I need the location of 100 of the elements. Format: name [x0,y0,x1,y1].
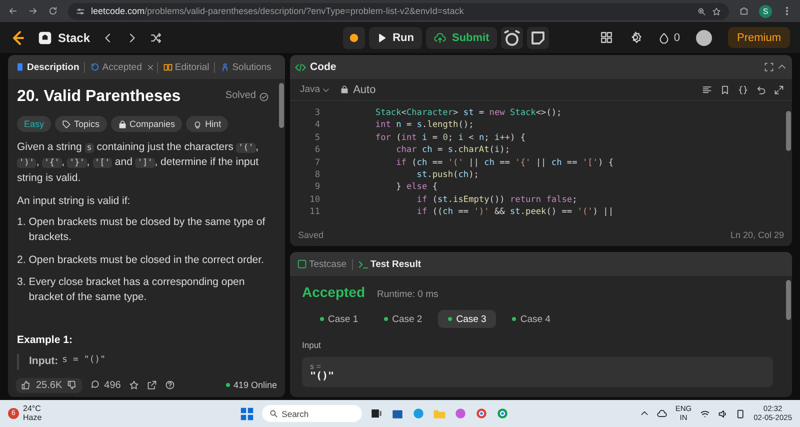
fullscreen-icon[interactable] [764,62,774,72]
rules-intro: An input string is valid if: [17,194,132,209]
premium-button[interactable]: Premium [728,27,790,48]
code-line[interactable]: Stack<Character> st = new Stack<>(); [334,107,562,120]
mode-label[interactable]: Auto [353,84,376,96]
save-status: Saved [298,230,324,240]
scrollbar-thumb[interactable] [786,111,791,151]
panel-tab[interactable]: Accepted [88,62,144,72]
problem-list-name[interactable]: Stack [58,30,90,44]
puzzle-icon[interactable] [739,6,749,16]
bookmark-icon[interactable] [720,84,730,94]
alarm-clock-icon[interactable] [501,26,524,48]
rule-text: Open brackets must be closed by the same type of brackets. [28,215,266,246]
star-icon[interactable] [128,380,139,390]
undo-icon[interactable] [756,84,766,94]
code-line[interactable]: char ch = s.charAt(i); [334,144,510,157]
case-tab[interactable]: Case 1 [310,310,368,328]
shuffle-icon[interactable] [150,32,162,44]
example-value: s = "()" [62,354,106,368]
code-line[interactable]: if (ch == '(' || ch == '{' || ch == '[') { [334,156,614,169]
braces-icon[interactable] [738,84,748,94]
rule-text: Every close bracket has a corresponding open bracket of the same type. [28,274,246,305]
history-icon [90,62,100,72]
close-icon[interactable] [146,64,154,70]
run-button[interactable]: Run [368,26,422,48]
reload-icon[interactable] [48,6,58,16]
speaker-icon[interactable] [718,408,728,418]
problem-statement: Given a string s containing just the characters '(' , ')' , '{' , '}' , '[' and ']' , determine if the input string is valid. [17,140,260,186]
scrollbar-thumb[interactable] [786,280,791,320]
url-text: leetcode.com/problems/valid-parentheses/description/?envType=problem-list-v2&envId=stack [91,6,464,16]
back-icon[interactable] [8,6,18,16]
code-line[interactable]: for (int i = 0; i < n; i++) { [334,132,526,144]
terminal-icon [358,258,368,270]
code-icon [295,62,306,72]
temperature[interactable]: 24°C [23,404,42,414]
user-avatar[interactable] [696,30,712,46]
task-view-icon[interactable] [370,407,383,420]
problem-title: 20. Valid Parentheses [17,87,181,107]
comment-count: 496 [104,380,121,390]
share-icon[interactable] [146,380,157,390]
line-number: 3 [314,107,321,120]
grid-icon[interactable] [600,31,613,44]
comment-icon[interactable] [90,380,100,390]
note-icon[interactable] [527,26,550,48]
book-icon [162,62,173,72]
forward-icon[interactable] [28,6,38,16]
tag-chip[interactable]: Companies [110,116,182,132]
expand-icon[interactable] [774,84,784,94]
windows-start-icon[interactable] [240,406,254,420]
line-number: 7 [314,156,321,169]
document-icon [15,62,25,72]
panel-tab[interactable]: Testcase [295,258,348,270]
zoom-icon[interactable] [697,6,706,16]
chevron-up-icon[interactable] [640,409,650,418]
profile-avatar[interactable]: S [759,4,772,18]
format-icon[interactable] [702,84,712,94]
help-icon[interactable] [164,380,175,390]
panel-tab[interactable]: Editorial [160,62,212,72]
case-tab[interactable]: Case 2 [374,310,432,328]
code-line[interactable]: if (st.isEmpty()) return false; [334,194,578,206]
online-dot [226,383,230,387]
cloud-icon[interactable] [657,408,668,418]
list-number: 3. [17,274,26,290]
panel-tab[interactable]: Solutions [218,62,274,72]
battery-icon[interactable] [736,408,746,418]
tag-chip[interactable]: Hint [186,116,228,132]
tag-icon [62,120,72,129]
line-number: 10 [308,194,321,206]
panel-tab[interactable]: Test Result [356,258,424,270]
weather-condition[interactable]: Haze [23,414,42,422]
wifi-icon[interactable] [700,408,710,418]
thumbs-down-icon[interactable] [67,380,78,390]
code-line[interactable]: if ((ch == ')' && st.peek() == '(') || [334,206,614,219]
panel-tab[interactable]: Description [13,62,82,72]
tag-chip[interactable]: Topics [55,116,107,132]
play-icon [376,32,387,42]
address-bar[interactable]: leetcode.com/problems/valid-parentheses/description/?envType=problem-list-v2&envId=stack [68,2,729,20]
lightbulb-icon [193,120,202,129]
code-line[interactable]: st.push(ch); [334,168,479,182]
settings-icon[interactable] [628,31,642,44]
solved-label: Solved [225,89,256,104]
star-icon[interactable] [712,6,721,16]
like-count: 25.6K [36,380,62,390]
code-line[interactable]: int n = s.length(); [334,119,474,132]
scrollbar-thumb[interactable] [279,83,284,128]
case-tab[interactable]: Case 3 [438,310,496,328]
thumbs-up-icon[interactable] [21,380,31,390]
logo-icon[interactable] [10,30,26,46]
code-line[interactable]: } else { [334,181,438,194]
case-tab[interactable]: Case 4 [502,310,560,328]
line-number: 4 [314,119,321,132]
line-number: 8 [314,168,321,182]
language-dropdown[interactable]: Java [298,84,332,95]
line-number: 5 [314,132,321,144]
rule-text: Open brackets must be closed in the correct order. [28,252,264,268]
taskbar-search[interactable]: Search [262,405,362,422]
check-circle-icon [259,92,269,102]
submit-button[interactable]: Submit [426,26,498,48]
list-number: 2. [17,252,26,268]
site-settings-icon[interactable] [76,6,85,16]
